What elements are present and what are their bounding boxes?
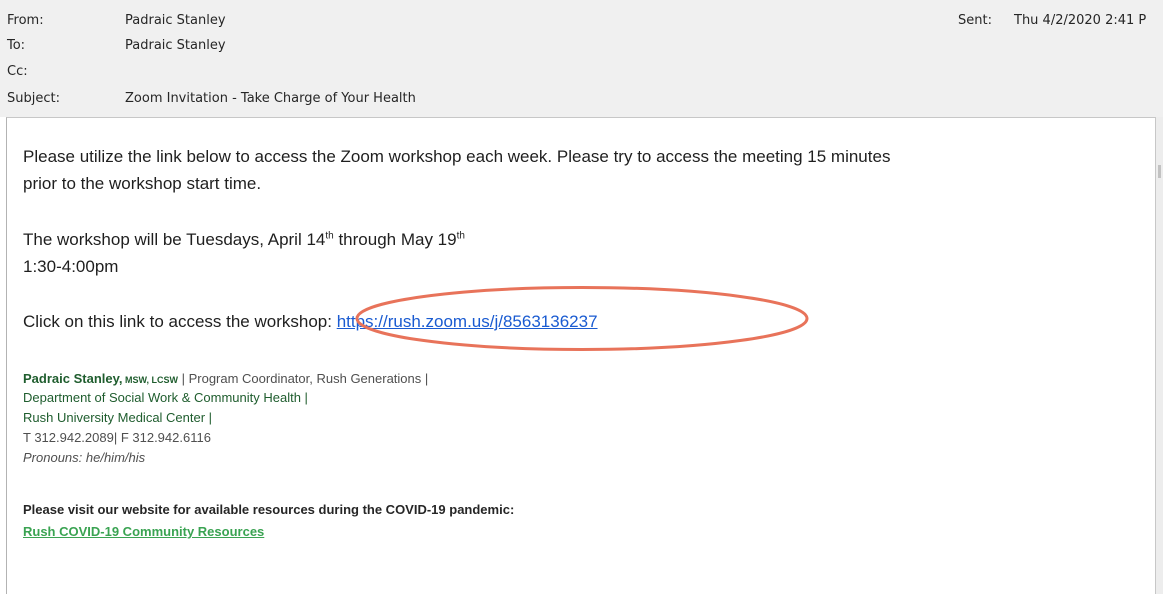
signature-credentials: MSW, LCSW xyxy=(122,375,178,385)
signature-phone: T 312.942.2089| F 312.942.6116 xyxy=(23,430,211,445)
from-value[interactable]: Padraic Stanley xyxy=(125,13,226,29)
schedule-middle: through May 19 xyxy=(333,230,457,249)
workshop-schedule: The workshop will be Tuesdays, April 14t… xyxy=(23,230,465,250)
message-line-2: prior to the workshop start time. xyxy=(23,174,262,193)
subject-label: Subject: xyxy=(7,91,60,106)
signature-name-line: Padraic Stanley, MSW, LCSW | Program Coo… xyxy=(23,371,428,388)
schedule-prefix: The workshop will be Tuesdays, April 14 xyxy=(23,230,326,249)
schedule-sup-2: th xyxy=(456,230,465,242)
signature-pronouns: Pronouns: he/him/his xyxy=(23,450,146,465)
signature-org: Rush University Medical Center | xyxy=(23,410,213,425)
subject-value: Zoom Invitation - Take Charge of Your He… xyxy=(125,91,416,106)
signature-title: | Program Coordinator, Rush Generations … xyxy=(177,371,429,386)
from-label: From: xyxy=(7,13,44,28)
schedule-sup-1: th xyxy=(325,230,334,242)
scrollbar-thumb[interactable] xyxy=(1158,165,1161,178)
sent-value: Thu 4/2/2020 2:41 P xyxy=(1014,13,1147,28)
covid-resources-text: Please visit our website for available r… xyxy=(23,502,515,517)
message-line-1: Please utilize the link below to access … xyxy=(23,147,891,166)
vertical-scrollbar[interactable] xyxy=(1156,117,1163,594)
to-label: To: xyxy=(7,38,26,53)
signature-department: Department of Social Work & Community He… xyxy=(23,390,308,405)
highlight-ellipse xyxy=(355,286,809,351)
signature-name: Padraic Stanley, xyxy=(23,371,123,386)
workshop-time: 1:30-4:00pm xyxy=(23,257,119,276)
covid-resources-link[interactable]: Rush COVID-19 Community Resources xyxy=(23,524,264,539)
sent-label: Sent: xyxy=(958,13,992,28)
cc-label: Cc: xyxy=(7,64,28,79)
email-header: From: Padraic Stanley To: Padraic Stanle… xyxy=(0,0,1163,117)
highlight-ellipse-stroke xyxy=(355,286,809,351)
to-value[interactable]: Padraic Stanley xyxy=(125,38,226,54)
link-prefix: Click on this link to access the worksho… xyxy=(23,312,337,331)
